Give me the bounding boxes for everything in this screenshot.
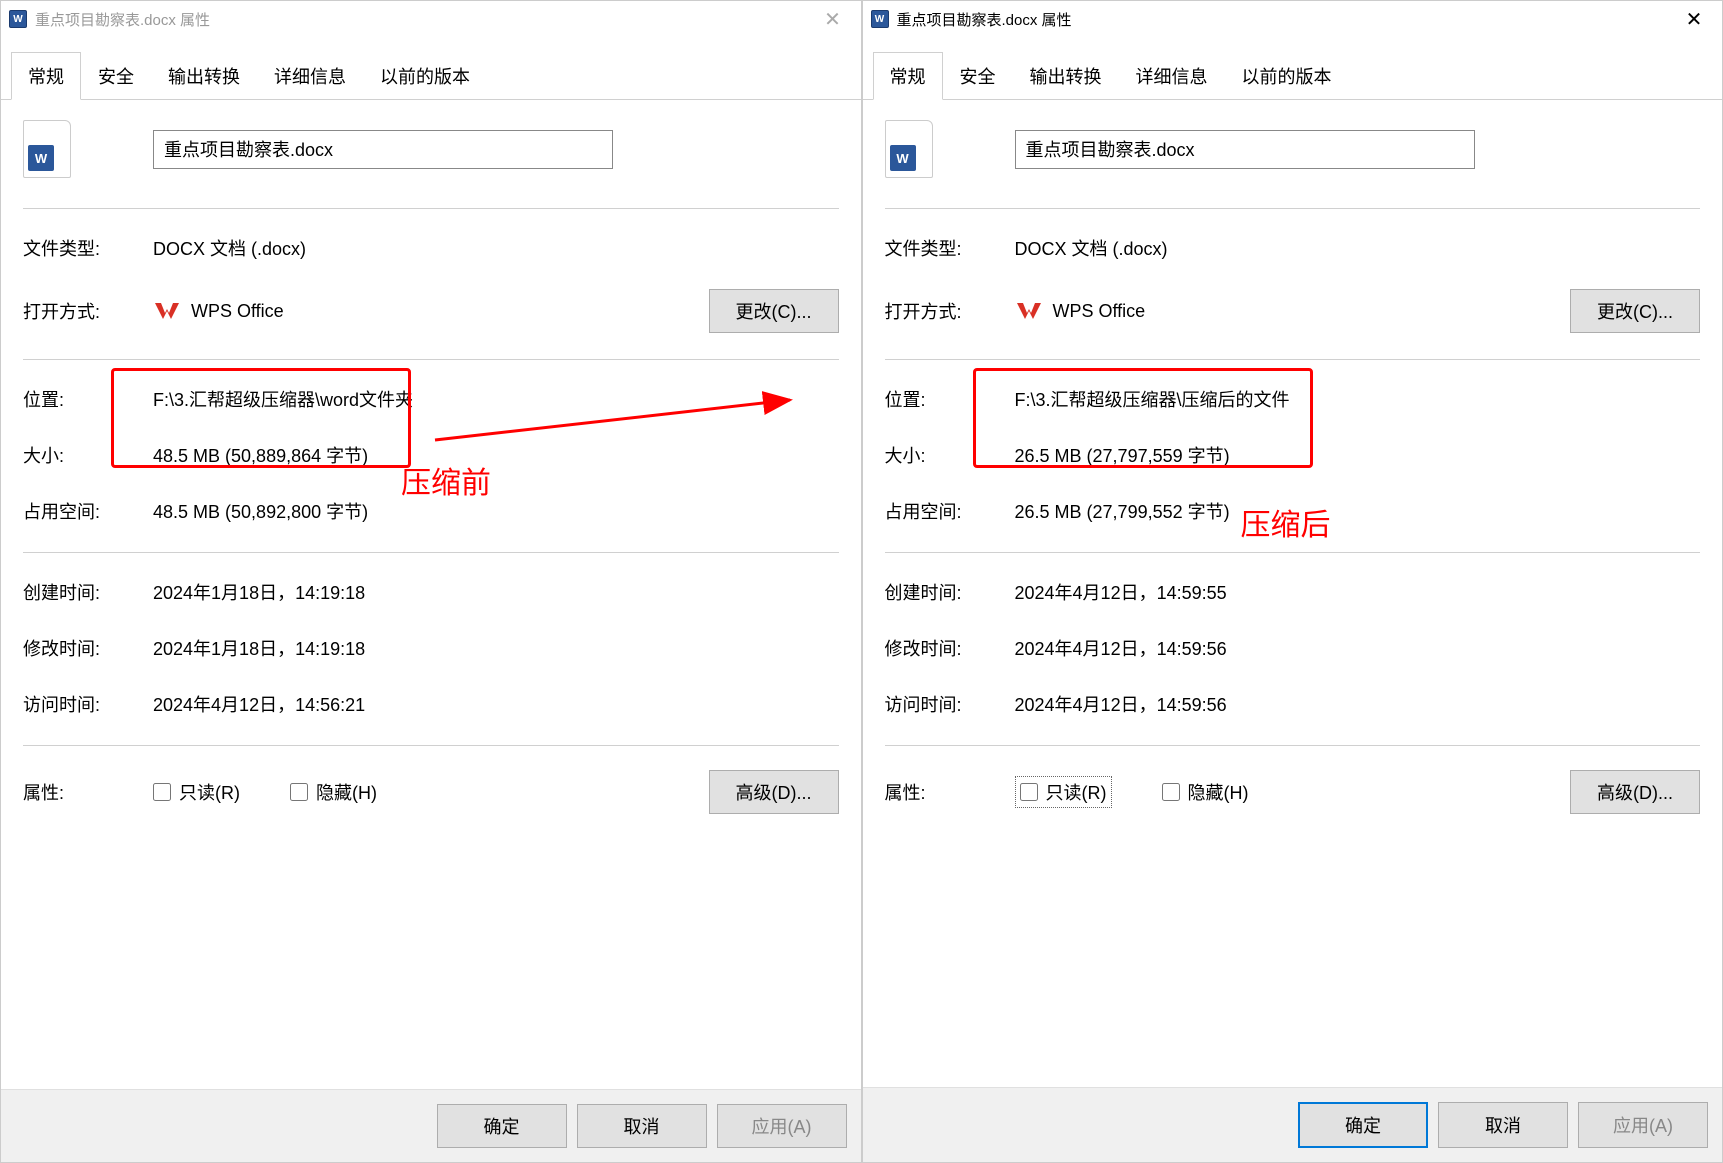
label-modified: 修改时间:: [23, 635, 153, 661]
value-created: 2024年4月12日，14:59:55: [1015, 579, 1701, 605]
value-location: F:\3.汇帮超级压缩器\压缩后的文件: [1015, 386, 1701, 412]
label-modified: 修改时间:: [885, 635, 1015, 661]
label-open-with: 打开方式:: [23, 298, 153, 324]
label-open-with: 打开方式:: [885, 298, 1015, 324]
divider: [885, 359, 1701, 360]
close-button[interactable]: ✕: [1674, 4, 1714, 34]
divider: [23, 552, 839, 553]
label-size-on-disk: 占用空间:: [23, 498, 153, 524]
advanced-button[interactable]: 高级(D)...: [1570, 770, 1700, 814]
wps-icon: [153, 299, 181, 323]
value-accessed: 2024年4月12日，14:56:21: [153, 691, 839, 717]
apply-button[interactable]: 应用(A): [1578, 1102, 1708, 1148]
divider: [23, 745, 839, 746]
tab-bar: 常规 安全 输出转换 详细信息 以前的版本: [1, 51, 861, 100]
tab-bar: 常规 安全 输出转换 详细信息 以前的版本: [863, 51, 1723, 100]
label-attributes: 属性:: [23, 779, 153, 805]
value-size-on-disk: 48.5 MB (50,892,800 字节): [153, 498, 839, 524]
label-size-on-disk: 占用空间:: [885, 498, 1015, 524]
divider: [885, 208, 1701, 209]
checkbox-readonly[interactable]: 只读(R): [153, 779, 240, 805]
tab-previous-versions[interactable]: 以前的版本: [1225, 52, 1349, 100]
change-button[interactable]: 更改(C)...: [709, 289, 839, 333]
label-size: 大小:: [23, 442, 153, 468]
properties-dialog-before: W 重点项目勘察表.docx 属性 ✕ 常规 安全 输出转换 详细信息 以前的版…: [0, 0, 862, 1163]
wps-icon: [1015, 299, 1043, 323]
content-area: W 文件类型: DOCX 文档 (.docx) 打开方式: WPS Office…: [1, 100, 861, 1089]
label-location: 位置:: [23, 386, 153, 412]
value-file-type: DOCX 文档 (.docx): [1015, 235, 1701, 261]
button-bar: 确定 取消 应用(A): [863, 1087, 1723, 1162]
file-type-icon: W: [23, 120, 71, 178]
divider: [885, 745, 1701, 746]
properties-dialog-after: W 重点项目勘察表.docx 属性 ✕ 常规 安全 输出转换 详细信息 以前的版…: [862, 0, 1723, 1163]
value-size: 26.5 MB (27,797,559 字节): [1015, 442, 1701, 468]
tab-output-convert[interactable]: 输出转换: [1013, 52, 1119, 100]
ok-button[interactable]: 确定: [437, 1104, 567, 1148]
tab-output-convert[interactable]: 输出转换: [151, 52, 257, 100]
checkbox-readonly[interactable]: 只读(R): [1015, 776, 1112, 808]
button-bar: 确定 取消 应用(A): [1, 1089, 861, 1162]
checkbox-hidden[interactable]: 隐藏(H): [1162, 779, 1249, 805]
hidden-checkbox[interactable]: [1162, 783, 1180, 801]
content-area: W 文件类型: DOCX 文档 (.docx) 打开方式: WPS Office…: [863, 100, 1723, 1087]
tab-security[interactable]: 安全: [81, 52, 151, 100]
window-title: 重点项目勘察表.docx 属性: [897, 9, 1675, 30]
close-button[interactable]: ✕: [813, 4, 853, 34]
change-button[interactable]: 更改(C)...: [1570, 289, 1700, 333]
titlebar: W 重点项目勘察表.docx 属性 ✕: [1, 1, 861, 37]
divider: [885, 552, 1701, 553]
ok-button[interactable]: 确定: [1298, 1102, 1428, 1148]
filename-input[interactable]: [153, 130, 613, 169]
tab-general[interactable]: 常规: [11, 52, 81, 100]
cancel-button[interactable]: 取消: [1438, 1102, 1568, 1148]
readonly-checkbox[interactable]: [153, 783, 171, 801]
filename-input[interactable]: [1015, 130, 1475, 169]
apply-button[interactable]: 应用(A): [717, 1104, 847, 1148]
label-file-type: 文件类型:: [23, 235, 153, 261]
label-attributes: 属性:: [885, 779, 1015, 805]
value-open-with: WPS Office: [1015, 299, 1571, 323]
tab-details[interactable]: 详细信息: [1119, 52, 1225, 100]
tab-security[interactable]: 安全: [943, 52, 1013, 100]
word-file-icon: W: [871, 10, 889, 28]
label-accessed: 访问时间:: [23, 691, 153, 717]
value-file-type: DOCX 文档 (.docx): [153, 235, 839, 261]
label-created: 创建时间:: [23, 579, 153, 605]
titlebar: W 重点项目勘察表.docx 属性 ✕: [863, 1, 1723, 37]
file-type-icon: W: [885, 120, 933, 178]
value-size-on-disk: 26.5 MB (27,799,552 字节): [1015, 498, 1701, 524]
value-open-with: WPS Office: [153, 299, 709, 323]
divider: [23, 359, 839, 360]
readonly-checkbox[interactable]: [1020, 783, 1038, 801]
tab-general[interactable]: 常规: [873, 52, 943, 100]
divider: [23, 208, 839, 209]
window-title: 重点项目勘察表.docx 属性: [35, 9, 813, 30]
advanced-button[interactable]: 高级(D)...: [709, 770, 839, 814]
tab-previous-versions[interactable]: 以前的版本: [363, 52, 487, 100]
value-accessed: 2024年4月12日，14:59:56: [1015, 691, 1701, 717]
checkbox-hidden[interactable]: 隐藏(H): [290, 779, 377, 805]
cancel-button[interactable]: 取消: [577, 1104, 707, 1148]
word-file-icon: W: [9, 10, 27, 28]
label-accessed: 访问时间:: [885, 691, 1015, 717]
label-location: 位置:: [885, 386, 1015, 412]
value-created: 2024年1月18日，14:19:18: [153, 579, 839, 605]
tab-details[interactable]: 详细信息: [257, 52, 363, 100]
hidden-checkbox[interactable]: [290, 783, 308, 801]
value-location: F:\3.汇帮超级压缩器\word文件夹: [153, 386, 839, 412]
value-size: 48.5 MB (50,889,864 字节): [153, 442, 839, 468]
value-modified: 2024年1月18日，14:19:18: [153, 635, 839, 661]
label-created: 创建时间:: [885, 579, 1015, 605]
value-modified: 2024年4月12日，14:59:56: [1015, 635, 1701, 661]
label-file-type: 文件类型:: [885, 235, 1015, 261]
label-size: 大小:: [885, 442, 1015, 468]
